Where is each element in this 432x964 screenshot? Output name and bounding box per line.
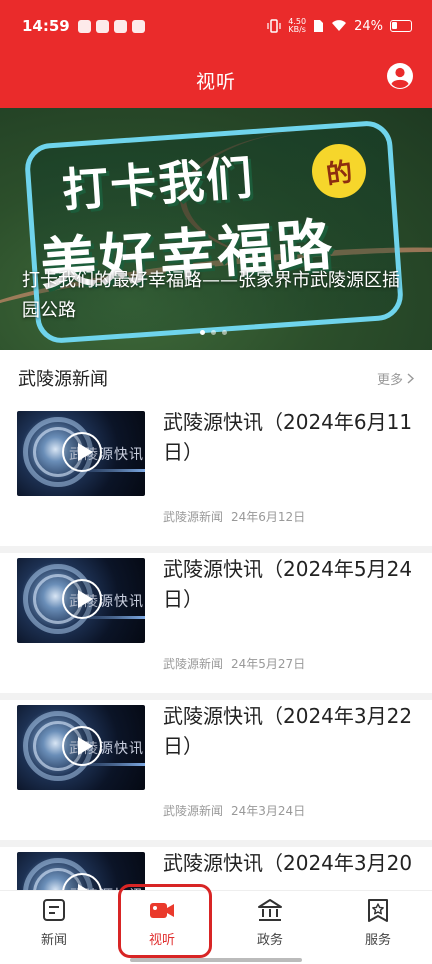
status-right: 4.50 KB/s 24% bbox=[267, 18, 412, 34]
app-header: 视听 bbox=[0, 52, 432, 108]
carousel-dot bbox=[211, 330, 216, 335]
wifi-icon bbox=[332, 20, 347, 31]
news-source: 武陵源新闻 bbox=[163, 657, 224, 671]
vibrate-icon bbox=[267, 19, 281, 33]
news-meta: 武陵源新闻 24年3月24日 bbox=[163, 802, 305, 819]
tab-label: 视听 bbox=[148, 933, 175, 948]
carousel-indicator bbox=[200, 330, 227, 335]
tab-government[interactable]: 政务 bbox=[216, 891, 324, 964]
government-building-icon bbox=[258, 899, 282, 921]
network-speed: 4.50 KB/s bbox=[288, 17, 307, 34]
section-header: 武陵源新闻 更多 bbox=[0, 350, 432, 406]
battery-percent: 24% bbox=[354, 18, 383, 34]
tab-video[interactable]: 视听 bbox=[108, 891, 216, 964]
play-icon[interactable] bbox=[62, 726, 102, 766]
news-section: 武陵源新闻 更多 武陵源快讯 武陵源快讯（2024年6月11日） 武陵源新闻 24… bbox=[0, 350, 432, 890]
notification-icons bbox=[77, 19, 145, 33]
tab-service[interactable]: 服务 bbox=[324, 891, 432, 964]
news-item[interactable]: 武陵源快讯 武陵源快讯（2024年3月20 bbox=[0, 847, 432, 890]
more-button[interactable]: 更多 bbox=[377, 369, 414, 388]
tab-label: 新闻 bbox=[40, 933, 67, 948]
chevron-right-icon bbox=[407, 372, 414, 384]
news-title[interactable]: 武陵源快讯（2024年3月20 bbox=[163, 848, 413, 878]
battery-icon bbox=[390, 20, 412, 32]
status-time: 14:59 bbox=[22, 17, 70, 35]
news-item[interactable]: 武陵源快讯 武陵源快讯（2024年3月22日） 武陵源新闻 24年3月24日 bbox=[0, 700, 432, 840]
app-icon bbox=[113, 19, 127, 33]
tab-label: 政务 bbox=[256, 933, 283, 948]
news-icon bbox=[43, 899, 65, 921]
news-date: 24年5月27日 bbox=[231, 657, 306, 671]
video-thumbnail[interactable]: 武陵源快讯 bbox=[17, 852, 145, 890]
tab-label: 服务 bbox=[364, 933, 391, 948]
bottom-nav: 新闻 视听 政务 服务 bbox=[0, 890, 432, 964]
news-item[interactable]: 武陵源快讯 武陵源快讯（2024年5月24日） 武陵源新闻 24年5月27日 bbox=[0, 553, 432, 693]
page-title: 视听 bbox=[195, 70, 236, 93]
tab-news[interactable]: 新闻 bbox=[0, 891, 108, 964]
weibo-icon bbox=[95, 19, 109, 33]
video-thumbnail[interactable]: 武陵源快讯 bbox=[17, 705, 145, 790]
sim-icon bbox=[314, 20, 324, 32]
video-thumbnail[interactable]: 武陵源快讯 bbox=[17, 558, 145, 643]
news-meta: 武陵源新闻 24年5月27日 bbox=[163, 655, 305, 672]
play-icon[interactable] bbox=[62, 432, 102, 472]
news-title[interactable]: 武陵源快讯（2024年5月24日） bbox=[163, 554, 413, 614]
video-camera-icon bbox=[150, 903, 174, 918]
top-bar: 14:59 4.50 KB/s 24% 视听 bbox=[0, 0, 432, 108]
news-source: 武陵源新闻 bbox=[163, 510, 224, 524]
news-date: 24年3月24日 bbox=[231, 804, 306, 818]
carousel-dot bbox=[200, 330, 205, 335]
banner-caption[interactable]: 打卡我们的最好幸福路——张家界市武陵源区插园公路 bbox=[22, 266, 402, 326]
news-date: 24年6月12日 bbox=[231, 510, 306, 524]
app-icon-2 bbox=[131, 19, 145, 33]
news-title[interactable]: 武陵源快讯（2024年6月11日） bbox=[163, 407, 413, 467]
news-meta: 武陵源新闻 24年6月12日 bbox=[163, 508, 305, 525]
tiktok-icon bbox=[77, 19, 91, 33]
service-star-icon bbox=[368, 899, 388, 922]
news-title[interactable]: 武陵源快讯（2024年3月22日） bbox=[163, 701, 413, 761]
banner-carousel[interactable]: 打卡我们 的 美好幸福路 打卡我们的最好幸福路——张家界市武陵源区插园公路 bbox=[0, 108, 432, 350]
section-title: 武陵源新闻 bbox=[18, 369, 108, 390]
home-indicator[interactable] bbox=[130, 958, 302, 962]
carousel-dot bbox=[222, 330, 227, 335]
video-thumbnail[interactable]: 武陵源快讯 bbox=[17, 411, 145, 496]
news-item[interactable]: 武陵源快讯 武陵源快讯（2024年6月11日） 武陵源新闻 24年6月12日 bbox=[0, 406, 432, 546]
news-source: 武陵源新闻 bbox=[163, 804, 224, 818]
user-avatar-icon[interactable] bbox=[386, 62, 414, 90]
play-icon[interactable] bbox=[62, 579, 102, 619]
status-bar: 14:59 4.50 KB/s 24% bbox=[0, 0, 432, 52]
